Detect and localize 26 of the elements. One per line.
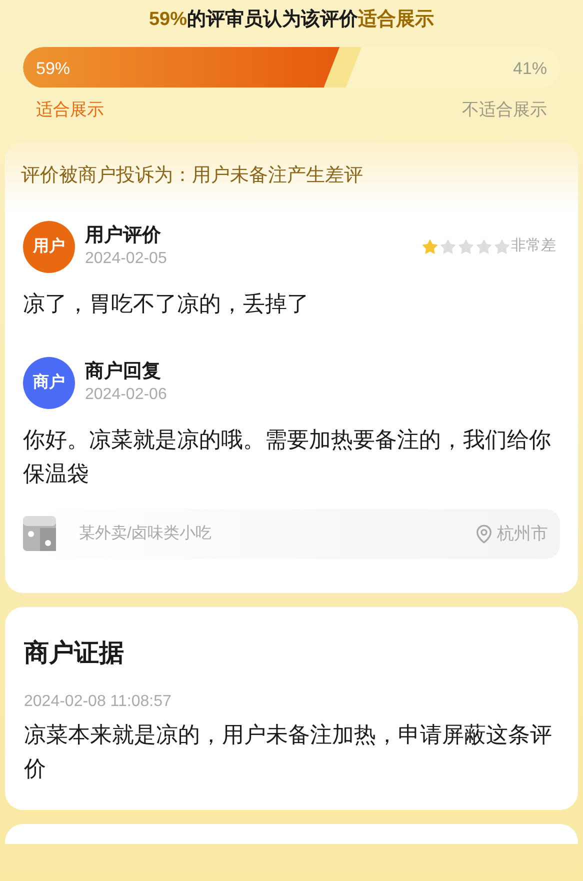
star-icon xyxy=(439,238,457,256)
entry-title: 用户评价 xyxy=(85,224,162,248)
shop-city: 杭州市 xyxy=(497,522,548,545)
avatar: 用户 xyxy=(23,220,75,272)
evidence-heading: 商户证据 xyxy=(24,638,125,668)
entry-date: 2024-02-05 xyxy=(85,248,168,268)
entry-text: 你好。凉菜就是凉的哦。需要加热要备注的，我们给你保温袋 xyxy=(23,426,552,488)
storefront-icon xyxy=(23,516,56,551)
vote-label: 不适合展示 xyxy=(462,98,547,120)
entry-title: 商户回复 xyxy=(85,360,162,384)
vote-label: 适合展示 xyxy=(36,98,104,120)
evidence-time: 2024-02-08 11:08:57 xyxy=(24,692,172,712)
rating-text: 非常差 xyxy=(511,236,556,256)
vote-title: 59%的评审员认为该评价适合展示 xyxy=(148,8,436,32)
shop-category: 某外卖/卤味类小吃 xyxy=(79,524,212,544)
star-icon xyxy=(475,238,493,256)
location-pin-icon xyxy=(474,524,494,544)
star-icon xyxy=(457,238,475,256)
vote-percent: 41% xyxy=(512,58,547,80)
entry-text: 凉了，胃吃不了凉的，丢掉了 xyxy=(23,290,310,318)
entry-date: 2024-02-06 xyxy=(85,384,168,404)
star-icon xyxy=(421,238,439,256)
vote-percent: 59% xyxy=(36,58,70,80)
star-icon xyxy=(493,238,511,256)
evidence-text: 凉菜本来就是凉的，用户未备注加热，申请屏蔽这条评价 xyxy=(24,721,553,783)
avatar: 商户 xyxy=(23,356,75,408)
